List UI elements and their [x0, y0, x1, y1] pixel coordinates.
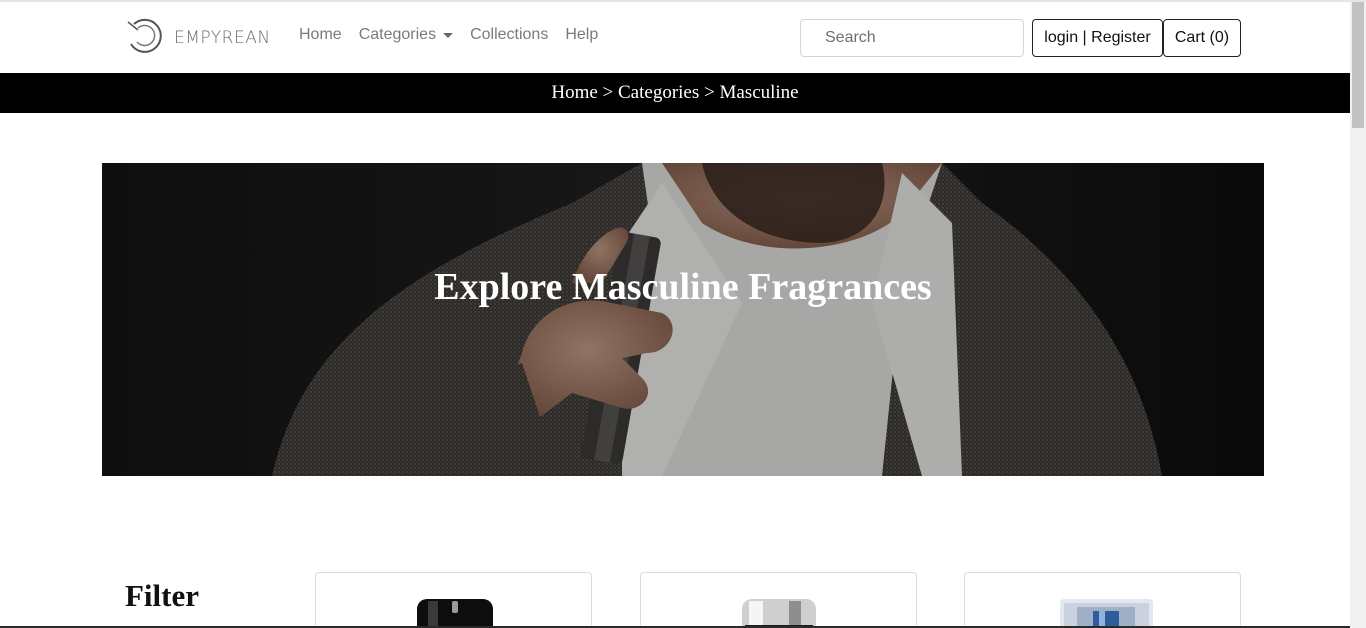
- circle-swirl-logo-icon: [127, 18, 162, 53]
- nav-categories-label: Categories: [358, 26, 437, 43]
- product-card[interactable]: [315, 572, 592, 628]
- blue-glass-perfume-bottle-icon: [1060, 599, 1153, 628]
- login-register-button[interactable]: login | Register: [1032, 19, 1163, 57]
- nav-links: Home Categories Collections Help: [299, 26, 615, 44]
- brand-name: EMPYREAN: [174, 28, 271, 48]
- caret-down-icon: [443, 32, 454, 38]
- black-cap-perfume-bottle-icon: [417, 599, 493, 628]
- nav-collections[interactable]: Collections: [470, 26, 548, 44]
- hero-overlay: [102, 163, 1264, 476]
- navbar: EMPYREAN Home Categories Collections Hel…: [0, 2, 1350, 73]
- silver-cap-perfume-bottle-icon: [742, 599, 816, 628]
- scrollbar-thumb[interactable]: [1352, 2, 1364, 128]
- brand[interactable]: EMPYREAN: [126, 18, 271, 58]
- filter-title: Filter: [125, 578, 200, 613]
- product-card[interactable]: [640, 572, 917, 628]
- breadcrumb-text: Home > Categories > Masculine: [551, 82, 799, 103]
- search-input[interactable]: [800, 19, 1024, 57]
- nav-help[interactable]: Help: [565, 26, 598, 44]
- breadcrumb: Home > Categories > Masculine: [0, 73, 1350, 113]
- nav-categories-dropdown[interactable]: Categories: [358, 26, 454, 44]
- hero-banner: Explore Masculine Fragrances: [102, 163, 1264, 476]
- hero-title: Explore Masculine Fragrances: [434, 266, 932, 308]
- nav-home[interactable]: Home: [299, 26, 342, 44]
- product-card[interactable]: [964, 572, 1241, 628]
- cart-button[interactable]: Cart (0): [1163, 19, 1241, 57]
